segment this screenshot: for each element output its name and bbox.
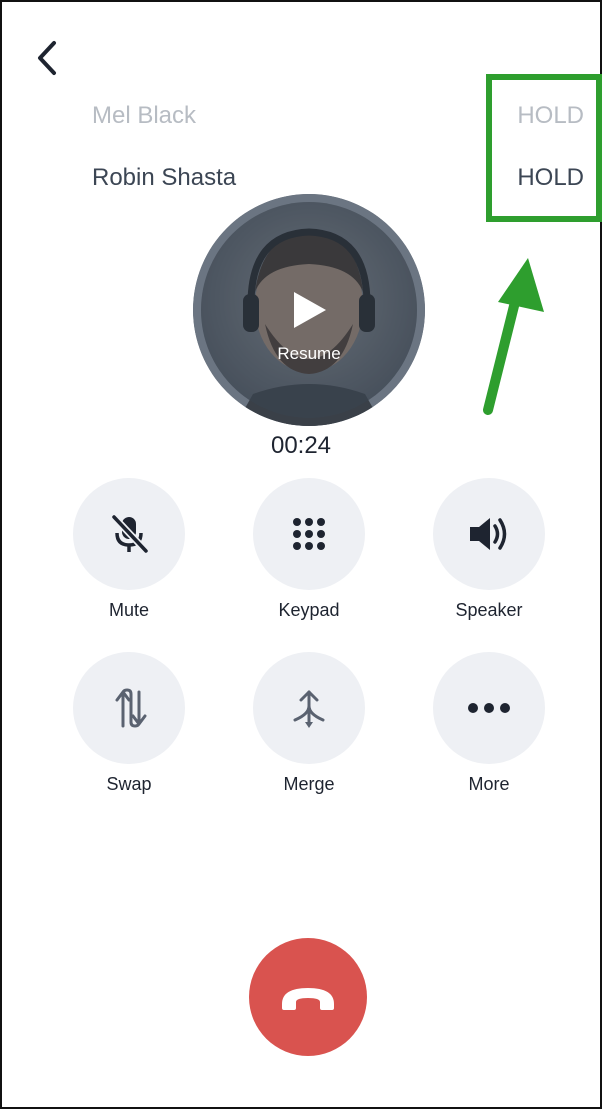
- speaker-button[interactable]: [433, 478, 545, 590]
- mute-button[interactable]: [73, 478, 185, 590]
- annotation-highlight-box: [486, 74, 602, 222]
- more-icon: [468, 703, 510, 713]
- merge-icon: [293, 690, 325, 728]
- keypad-button[interactable]: [253, 478, 365, 590]
- resume-label: Resume: [277, 344, 341, 363]
- speaker-label: Speaker: [455, 600, 523, 620]
- call-timer: 00:24: [270, 432, 332, 459]
- back-button[interactable]: [30, 38, 64, 78]
- play-icon: [294, 292, 326, 328]
- end-call-button[interactable]: [249, 938, 367, 1056]
- call-name-robin-shasta: Robin Shasta: [92, 164, 237, 191]
- speaker-icon: [470, 518, 507, 550]
- more-button[interactable]: [433, 652, 545, 764]
- mute-label: Mute: [108, 600, 150, 620]
- swap-label: Swap: [106, 774, 152, 794]
- keypad-label: Keypad: [278, 600, 340, 620]
- swap-icon: [115, 688, 147, 728]
- annotation-arrow: [483, 258, 544, 415]
- chevron-left-icon: [38, 41, 56, 75]
- keypad-icon: [293, 518, 325, 550]
- more-label: More: [468, 774, 510, 794]
- hang-up-icon: [282, 988, 334, 1010]
- call-name-mel-black: Mel Black: [92, 102, 197, 129]
- mic-off-icon: [111, 514, 149, 554]
- caller-avatar-resume[interactable]: Resume: [193, 194, 425, 426]
- swap-button[interactable]: [73, 652, 185, 764]
- merge-button[interactable]: [253, 652, 365, 764]
- merge-label: Merge: [283, 774, 335, 794]
